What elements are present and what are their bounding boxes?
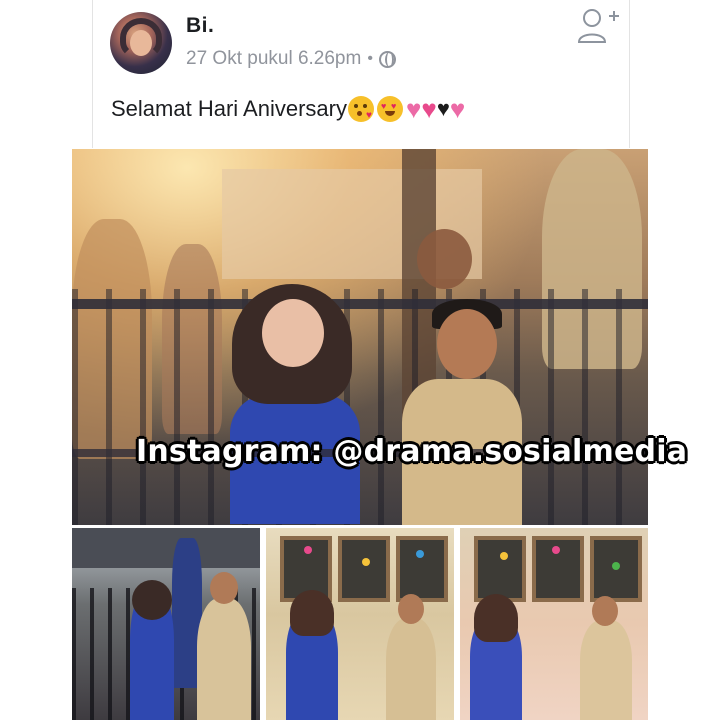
- thumbnail-photo-3[interactable]: [460, 528, 648, 720]
- instagram-watermark: Instagram: @drama.sosialmedia: [136, 434, 688, 469]
- decoration-dot: [500, 552, 508, 560]
- emoji-mouth: [384, 111, 395, 116]
- photo-boy-face: [437, 309, 497, 379]
- post-text-row: Selamat Hari Aniversary ♥ ♥ ♥ ♥ ♥ ♥ ♥: [111, 96, 465, 122]
- thumb-boy: [386, 618, 436, 720]
- thumb-girl-hijab: [132, 580, 172, 620]
- thumb-boy-face: [398, 594, 424, 624]
- emoji-eye: [362, 104, 367, 108]
- thumbnail-photo-2[interactable]: [266, 528, 454, 720]
- kiss-heart-icon: ♥: [365, 110, 372, 121]
- decoration-dot: [362, 558, 370, 566]
- sparkling-heart-emoji: ♥: [421, 94, 437, 124]
- decoration-dot: [612, 562, 620, 570]
- kiss-lips: [356, 111, 362, 116]
- post-timestamp[interactable]: 27 Okt pukul 6.26pm: [186, 48, 361, 70]
- sparkling-heart-emoji: ♥: [449, 94, 466, 124]
- thumb-boy: [197, 598, 251, 720]
- emoji-eye: [353, 104, 358, 108]
- thumb-window: [396, 536, 448, 602]
- post-text: Selamat Hari Aniversary: [111, 96, 347, 121]
- decoration-dot: [416, 550, 424, 558]
- avatar-face: [130, 30, 152, 56]
- heart-eye-icon: ♥: [380, 101, 387, 111]
- decoration-dot: [552, 546, 560, 554]
- heart-eyes-emoji: ♥ ♥: [376, 96, 403, 122]
- post-meta: 27 Okt pukul 6.26pm •: [186, 48, 396, 70]
- photo-girl-face: [262, 299, 324, 367]
- thumb-roof: [72, 528, 260, 568]
- thumb-boy: [580, 620, 632, 720]
- post-card: [92, 0, 630, 148]
- decoration-dot: [304, 546, 312, 554]
- add-friend-icon[interactable]: [576, 6, 620, 46]
- meta-separator: •: [367, 50, 373, 67]
- thumbnail-photo-1[interactable]: [72, 528, 260, 720]
- kissing-face-emoji: ♥: [347, 96, 374, 122]
- photo-fence-rail: [72, 299, 648, 309]
- thumb-girl-hijab: [290, 590, 334, 636]
- thumb-boy-face: [592, 596, 618, 626]
- sparkling-heart-emoji: ♥: [405, 94, 422, 124]
- photo-person-bg: [417, 229, 472, 289]
- thumb-window: [338, 536, 390, 602]
- heart-eye-icon: ♥: [390, 101, 397, 111]
- photo-fence: [72, 289, 648, 525]
- author-name[interactable]: Bi.: [186, 14, 214, 38]
- globe-icon[interactable]: [378, 50, 396, 68]
- thumb-window: [474, 536, 526, 602]
- emoji-row: ♥ ♥ ♥ ♥ ♥ ♥ ♥: [347, 94, 466, 124]
- thumb-girl-hijab: [474, 594, 518, 642]
- thumb-boy-face: [210, 572, 238, 604]
- black-heart-emoji: ♥: [436, 96, 450, 121]
- avatar[interactable]: [110, 12, 172, 74]
